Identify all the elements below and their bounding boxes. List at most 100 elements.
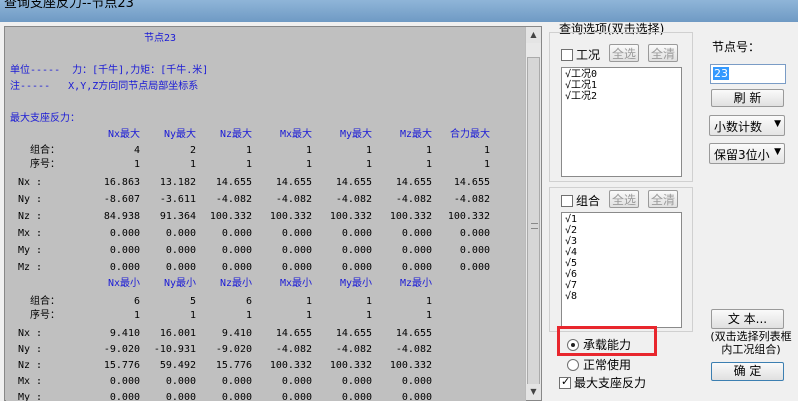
- list-item[interactable]: √2: [565, 225, 678, 236]
- min-seq-row: 序号： 1 1 1 1 1 1: [6, 309, 526, 323]
- table-cell: -4.082: [335, 194, 372, 205]
- table-cell: 0.000: [401, 392, 432, 401]
- combo-select-all-button[interactable]: 全选: [609, 190, 639, 208]
- list-item[interactable]: √6: [565, 269, 678, 280]
- list-item[interactable]: √3: [565, 236, 678, 247]
- row-label: 序号：: [30, 310, 60, 321]
- precision-value: 保留3位小: [714, 148, 770, 162]
- case-listbox[interactable]: √工况0 √工况1 √工况2: [561, 67, 682, 177]
- table-cell: 0.000: [221, 228, 252, 239]
- report-frame: 节点23 单位----- 力：[千牛],力矩：[千牛.米] 注----- X,Y…: [4, 26, 542, 401]
- column-header: My最大: [339, 129, 372, 140]
- table-cell: 84.938: [103, 211, 140, 222]
- table-cell: -9.020: [103, 344, 140, 355]
- table-cell: 0.000: [401, 262, 432, 273]
- table-cell: 0.000: [109, 376, 140, 387]
- row-label: Ny :: [18, 194, 43, 205]
- report-scrollbar[interactable]: ▲ ▼: [525, 27, 541, 400]
- list-item[interactable]: √5: [565, 258, 678, 269]
- report-header: 节点23: [144, 33, 177, 44]
- table-row: Nz : 84.938 91.364 100.332 100.332 100.332 100…: [6, 210, 526, 224]
- table-cell: 0.000: [341, 262, 372, 273]
- reaction-report[interactable]: 节点23 单位----- 力：[千牛],力矩：[千牛.米] 注----- X,Y…: [6, 28, 526, 401]
- min-column-headers: Nx最小 Ny最小 Nz最小 Mx最小 My最小 Mz最小: [6, 277, 526, 291]
- max-reaction-checkbox[interactable]: 最大支座反力: [559, 374, 646, 391]
- list-item[interactable]: √工况0: [565, 69, 678, 80]
- table-cell: 91.364: [159, 211, 196, 222]
- list-item[interactable]: √工况1: [565, 80, 678, 91]
- radio-normal-label: 正常使用: [583, 358, 632, 372]
- table-cell: 0.000: [281, 376, 312, 387]
- table-cell: 5: [189, 296, 196, 307]
- list-item[interactable]: √1: [565, 214, 678, 225]
- table-cell: 100.332: [209, 211, 252, 222]
- table-cell: 14.655: [453, 177, 490, 188]
- table-cell: 59.492: [159, 360, 196, 371]
- list-item[interactable]: √8: [565, 291, 678, 302]
- refresh-button[interactable]: 刷 新: [711, 89, 784, 107]
- radio-capacity-label: 承载能力: [583, 338, 632, 352]
- case-checkbox[interactable]: 工况: [561, 46, 600, 63]
- table-cell: 15.776: [215, 360, 252, 371]
- table-cell: 0.000: [281, 262, 312, 273]
- column-header: Mz最小: [399, 278, 432, 289]
- list-item[interactable]: √4: [565, 247, 678, 258]
- report-units: 单位----- 力：[千牛],力矩：[千牛.米]: [10, 65, 209, 76]
- table-cell: 1: [245, 310, 252, 321]
- column-header: 合力最大: [450, 129, 490, 140]
- scroll-up-icon[interactable]: ▲: [526, 27, 541, 43]
- table-cell: 1: [133, 159, 140, 170]
- max-seq-row: 序号： 1 1 1 1 1 1 1: [6, 158, 526, 172]
- table-row: Mz : 0.000 0.000 0.000 0.000 0.000 0.000 0.000: [6, 261, 526, 275]
- table-cell: 14.655: [335, 177, 372, 188]
- table-row: Nx : 9.410 16.001 9.410 14.655 14.655 14.655: [6, 327, 526, 341]
- table-cell: -4.082: [335, 344, 372, 355]
- scroll-thumb[interactable]: [527, 57, 540, 397]
- node-input[interactable]: 23: [710, 64, 786, 84]
- table-cell: 0.000: [165, 228, 196, 239]
- case-clear-all-button[interactable]: 全清: [648, 44, 678, 62]
- combo-checkbox[interactable]: 组合: [561, 192, 600, 209]
- table-cell: 0.000: [221, 376, 252, 387]
- scroll-down-icon[interactable]: ▼: [526, 384, 541, 400]
- table-cell: 0.000: [281, 228, 312, 239]
- radio-normal[interactable]: 正常使用: [567, 356, 631, 373]
- table-cell: 6: [133, 296, 140, 307]
- table-cell: 14.655: [335, 328, 372, 339]
- table-cell: 1: [189, 310, 196, 321]
- table-cell: 100.332: [329, 211, 372, 222]
- table-row: My : 0.000 0.000 0.000 0.000 0.000 0.000: [6, 391, 526, 401]
- column-header: My最小: [339, 278, 372, 289]
- table-row: Ny : -8.607 -3.611 -4.082 -4.082 -4.082 -4.082…: [6, 193, 526, 207]
- column-header: Ny最小: [163, 278, 196, 289]
- column-header: Mx最小: [279, 278, 312, 289]
- max-column-headers: Nx最大 Ny最大 Nz最大 Mx最大 My最大 Mz最大 合力最大: [6, 128, 526, 142]
- table-cell: 1: [365, 310, 372, 321]
- row-label: 组合：: [30, 145, 60, 156]
- table-row: Mx : 0.000 0.000 0.000 0.000 0.000 0.000 0.000: [6, 227, 526, 241]
- row-label: Mx :: [18, 376, 43, 387]
- radio-capacity[interactable]: 承载能力: [567, 336, 631, 353]
- table-row: Ny : -9.020 -10.931 -9.020 -4.082 -4.082 -4.08…: [6, 343, 526, 357]
- combo-listbox[interactable]: √1 √2 √3 √4 √5 √6 √7 √8: [561, 212, 682, 328]
- case-select-all-button[interactable]: 全选: [609, 44, 639, 62]
- precision-select[interactable]: 保留3位小 ▼: [709, 143, 785, 164]
- node-value: 23: [713, 67, 729, 80]
- combo-clear-all-button[interactable]: 全清: [648, 190, 678, 208]
- table-cell: 1: [305, 159, 312, 170]
- max-combo-row: 组合： 4 2 1 1 1 1 1: [6, 144, 526, 158]
- list-item[interactable]: √7: [565, 280, 678, 291]
- column-header: Ny最大: [163, 129, 196, 140]
- table-cell: 0.000: [221, 392, 252, 401]
- text-button[interactable]: 文 本...: [711, 309, 784, 329]
- decimal-mode-select[interactable]: 小数计数 ▼: [709, 115, 785, 136]
- table-cell: 0.000: [341, 376, 372, 387]
- table-cell: 13.182: [159, 177, 196, 188]
- table-cell: 4: [133, 145, 140, 156]
- list-item[interactable]: √工况2: [565, 91, 678, 102]
- table-cell: 1: [483, 159, 490, 170]
- ok-button[interactable]: 确 定: [711, 362, 784, 381]
- table-cell: 0.000: [401, 376, 432, 387]
- table-cell: 9.410: [109, 328, 140, 339]
- row-label: Nx :: [18, 328, 43, 339]
